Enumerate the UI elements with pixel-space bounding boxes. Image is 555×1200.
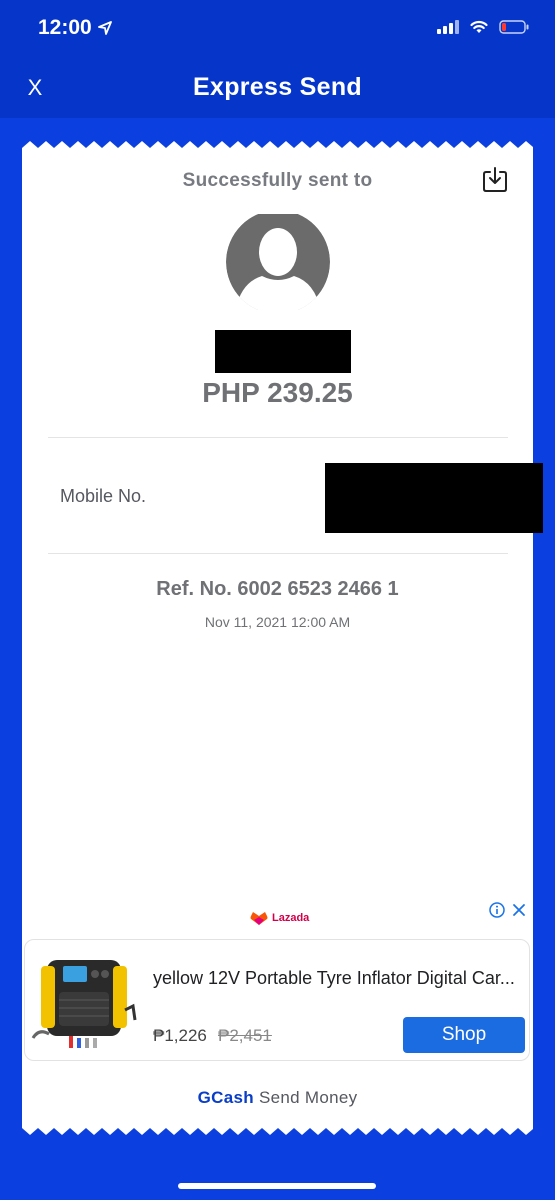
close-icon[interactable] [511, 902, 527, 918]
mobile-label: Mobile No. [60, 486, 147, 506]
app-header: X Express Send [0, 60, 555, 118]
receipt-card: Successfully sent to PHP 239.25 Mobile N… [22, 154, 543, 1122]
redacted-mobile-number [325, 463, 543, 533]
battery-icon [499, 20, 529, 34]
info-icon[interactable] [489, 902, 505, 918]
amount-sent: PHP 239.25 [202, 377, 353, 408]
transaction-datetime: Nov 11, 2021 12:00 AM [204, 614, 351, 630]
ad-card[interactable]: yellow 12V Portable Tyre Inflator Digita… [24, 939, 530, 1061]
shop-button[interactable]: Shop [403, 1017, 525, 1053]
footer-brand: GCash [197, 1088, 254, 1107]
location-arrow-icon [97, 21, 112, 35]
footer-text: Send Money [258, 1088, 358, 1107]
signal-icon [437, 20, 459, 34]
lazada-logo-icon [250, 912, 268, 925]
ad-price: ₱1,226 [153, 1026, 207, 1045]
ad-brand-label: Lazada [272, 912, 310, 924]
avatar [226, 214, 330, 310]
ad-product-title[interactable]: yellow 12V Portable Tyre Inflator Digita… [153, 968, 523, 989]
success-label: Successfully sent to [182, 170, 373, 191]
divider [48, 437, 508, 438]
receipt-top-edge [22, 141, 533, 155]
home-indicator[interactable] [178, 1183, 376, 1189]
status-bar: 12:00 [0, 0, 555, 60]
wifi-icon [470, 20, 488, 33]
reference-number: Ref. No. 6002 6523 2466 1 [156, 578, 399, 600]
status-icons [437, 20, 529, 34]
ad-original-price: ₱2,451 [218, 1026, 272, 1045]
footer-label: GCash Send Money [22, 1088, 533, 1108]
ad-controls [489, 902, 527, 918]
divider [48, 553, 508, 554]
status-time: 12:00 [38, 16, 112, 40]
clock-text: 12:00 [38, 16, 92, 39]
ad-brand: Lazada [250, 910, 309, 926]
download-icon[interactable] [481, 166, 509, 194]
ad-banner[interactable]: Lazada yellow 12V Portable Tyre Inflator… [22, 894, 533, 1094]
tyre-inflator-product-image [31, 960, 137, 1048]
page-title: Express Send [193, 73, 362, 101]
receipt-bottom-edge [22, 1121, 533, 1135]
redacted-recipient-name [215, 330, 351, 373]
